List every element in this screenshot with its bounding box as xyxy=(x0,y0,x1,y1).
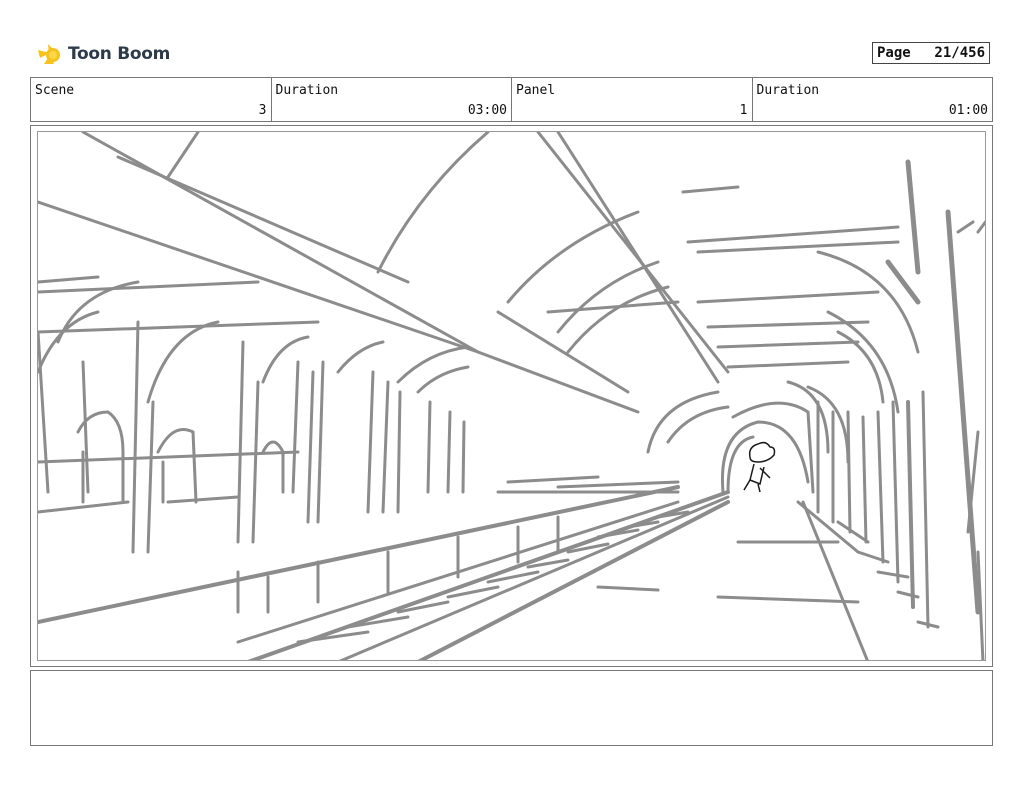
page-number: 21/456 xyxy=(934,45,985,61)
scene-label: Scene xyxy=(35,83,75,98)
panel-label: Panel xyxy=(516,83,556,98)
panel-duration-label: Duration xyxy=(756,83,820,98)
panel-value: 1 xyxy=(739,103,748,118)
scene-duration-cell: Duration 03:00 xyxy=(272,78,512,121)
toon-boom-logo: Toon Boom xyxy=(34,38,170,70)
subway-station-sketch xyxy=(38,132,985,660)
character-sketch xyxy=(743,441,776,493)
toon-boom-logo-icon xyxy=(38,44,60,64)
panel-duration-cell: Duration 01:00 xyxy=(753,78,993,121)
logo-text: Toon Boom xyxy=(68,44,171,64)
panel-duration-value: 01:00 xyxy=(948,103,988,118)
page-counter: Page 21/456 xyxy=(872,42,990,64)
storyboard-panel-frame xyxy=(30,125,993,667)
page-label: Page xyxy=(877,45,911,61)
panel-notes-box[interactable] xyxy=(30,670,993,746)
scene-value: 3 xyxy=(258,103,267,118)
scene-duration-label: Duration xyxy=(275,83,339,98)
panel-cell: Panel 1 xyxy=(512,78,753,121)
storyboard-panel-image[interactable] xyxy=(37,131,986,661)
scene-duration-value: 03:00 xyxy=(467,103,507,118)
scene-cell: Scene 3 xyxy=(31,78,272,121)
panel-info-header: Scene 3 Duration 03:00 Panel 1 Duration … xyxy=(30,77,993,122)
